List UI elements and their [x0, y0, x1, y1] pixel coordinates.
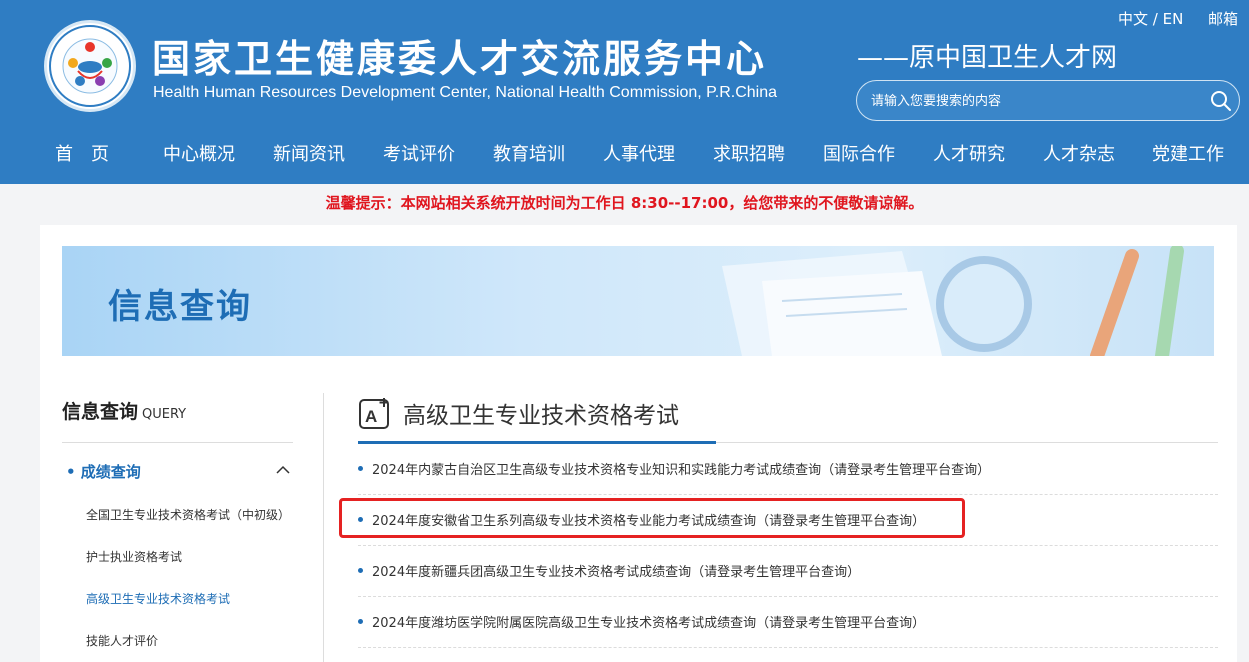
- nav-item-international[interactable]: 国际合作: [823, 140, 895, 166]
- page-title: 高级卫生专业技术资格考试: [403, 403, 679, 429]
- nav-item-party[interactable]: 党建工作: [1152, 140, 1224, 166]
- nav-item-about[interactable]: 中心概况: [163, 140, 235, 166]
- sidebar-item-nurse-exam[interactable]: 护士执业资格考试: [86, 548, 182, 565]
- bullet-icon: [358, 568, 363, 573]
- search-icon[interactable]: [1209, 89, 1233, 113]
- search-input[interactable]: [871, 91, 1191, 111]
- column-divider: [323, 393, 324, 662]
- chevron-up-icon[interactable]: [276, 464, 290, 474]
- nav-item-news[interactable]: 新闻资讯: [273, 140, 345, 166]
- edit-text-icon: A: [359, 398, 389, 429]
- nav-item-exam[interactable]: 考试评价: [383, 140, 455, 166]
- list-item-link[interactable]: 2024年度潍坊医学院附属医院高级卫生专业技术资格考试成绩查询（请登录考生管理平…: [372, 612, 925, 631]
- language-switch[interactable]: 中文 / EN: [1118, 8, 1183, 29]
- bullet-icon: [358, 619, 363, 624]
- highlight-box: [339, 498, 965, 538]
- sidebar-item-skills-eval[interactable]: 技能人才评价: [86, 632, 158, 649]
- nav-item-personnel[interactable]: 人事代理: [603, 140, 675, 166]
- mail-link[interactable]: 邮箱: [1208, 8, 1238, 29]
- sidebar-item-senior-exam[interactable]: 高级卫生专业技术资格考试: [86, 590, 230, 607]
- nav-item-education[interactable]: 教育培训: [493, 140, 565, 166]
- site-title: 国家卫生健康委人才交流服务中心: [152, 37, 768, 81]
- sidebar-divider: [62, 442, 293, 443]
- sidebar-title: 信息查询 QUERY: [62, 401, 187, 423]
- nav-item-home[interactable]: 首 页: [55, 140, 109, 166]
- nav-item-magazine[interactable]: 人才杂志: [1043, 140, 1115, 166]
- main-nav: 首 页 中心概况 新闻资讯 考试评价 教育培训 人事代理 求职招聘 国际合作 人…: [0, 140, 1249, 172]
- site-logo-icon[interactable]: [44, 20, 136, 112]
- notice-banner: 温馨提示：本网站相关系统开放时间为工作日 8:30--17:00，给您带来的不便…: [325, 194, 924, 212]
- site-slogan: ——原中国卫生人才网: [857, 43, 1118, 73]
- list-item[interactable]: 2024年度新疆兵团高级卫生专业技术资格考试成绩查询（请登录考生管理平台查询）: [358, 546, 1218, 597]
- site-subtitle: Health Human Resources Development Cente…: [153, 84, 777, 101]
- search-box: [856, 80, 1240, 121]
- sidebar-item-national-exam[interactable]: 全国卫生专业技术资格考试（中初级）: [86, 506, 290, 523]
- bullet-icon: [358, 466, 363, 471]
- nav-item-research[interactable]: 人才研究: [933, 140, 1005, 166]
- page-banner: 信息查询: [62, 246, 1214, 356]
- list-item-link[interactable]: 2024年内蒙古自治区卫生高级专业技术资格专业知识和实践能力考试成绩查询（请登录…: [372, 459, 990, 478]
- sidebar-category-scores[interactable]: • 成绩查询: [66, 461, 141, 482]
- nav-item-jobs[interactable]: 求职招聘: [713, 140, 785, 166]
- site-header: 国家卫生健康委人才交流服务中心 Health Human Resources D…: [0, 0, 1249, 184]
- list-item-link[interactable]: 2024年度新疆兵团高级卫生专业技术资格考试成绩查询（请登录考生管理平台查询）: [372, 561, 860, 580]
- banner-title: 信息查询: [108, 287, 252, 327]
- list-item[interactable]: 2024年度潍坊医学院附属医院高级卫生专业技术资格考试成绩查询（请登录考生管理平…: [358, 597, 1218, 648]
- list-item[interactable]: 2024年内蒙古自治区卫生高级专业技术资格专业知识和实践能力考试成绩查询（请登录…: [358, 444, 1218, 495]
- svg-text:A: A: [365, 407, 377, 426]
- sidebar-title-en: QUERY: [142, 407, 187, 422]
- banner-illustration-icon: [722, 246, 1184, 356]
